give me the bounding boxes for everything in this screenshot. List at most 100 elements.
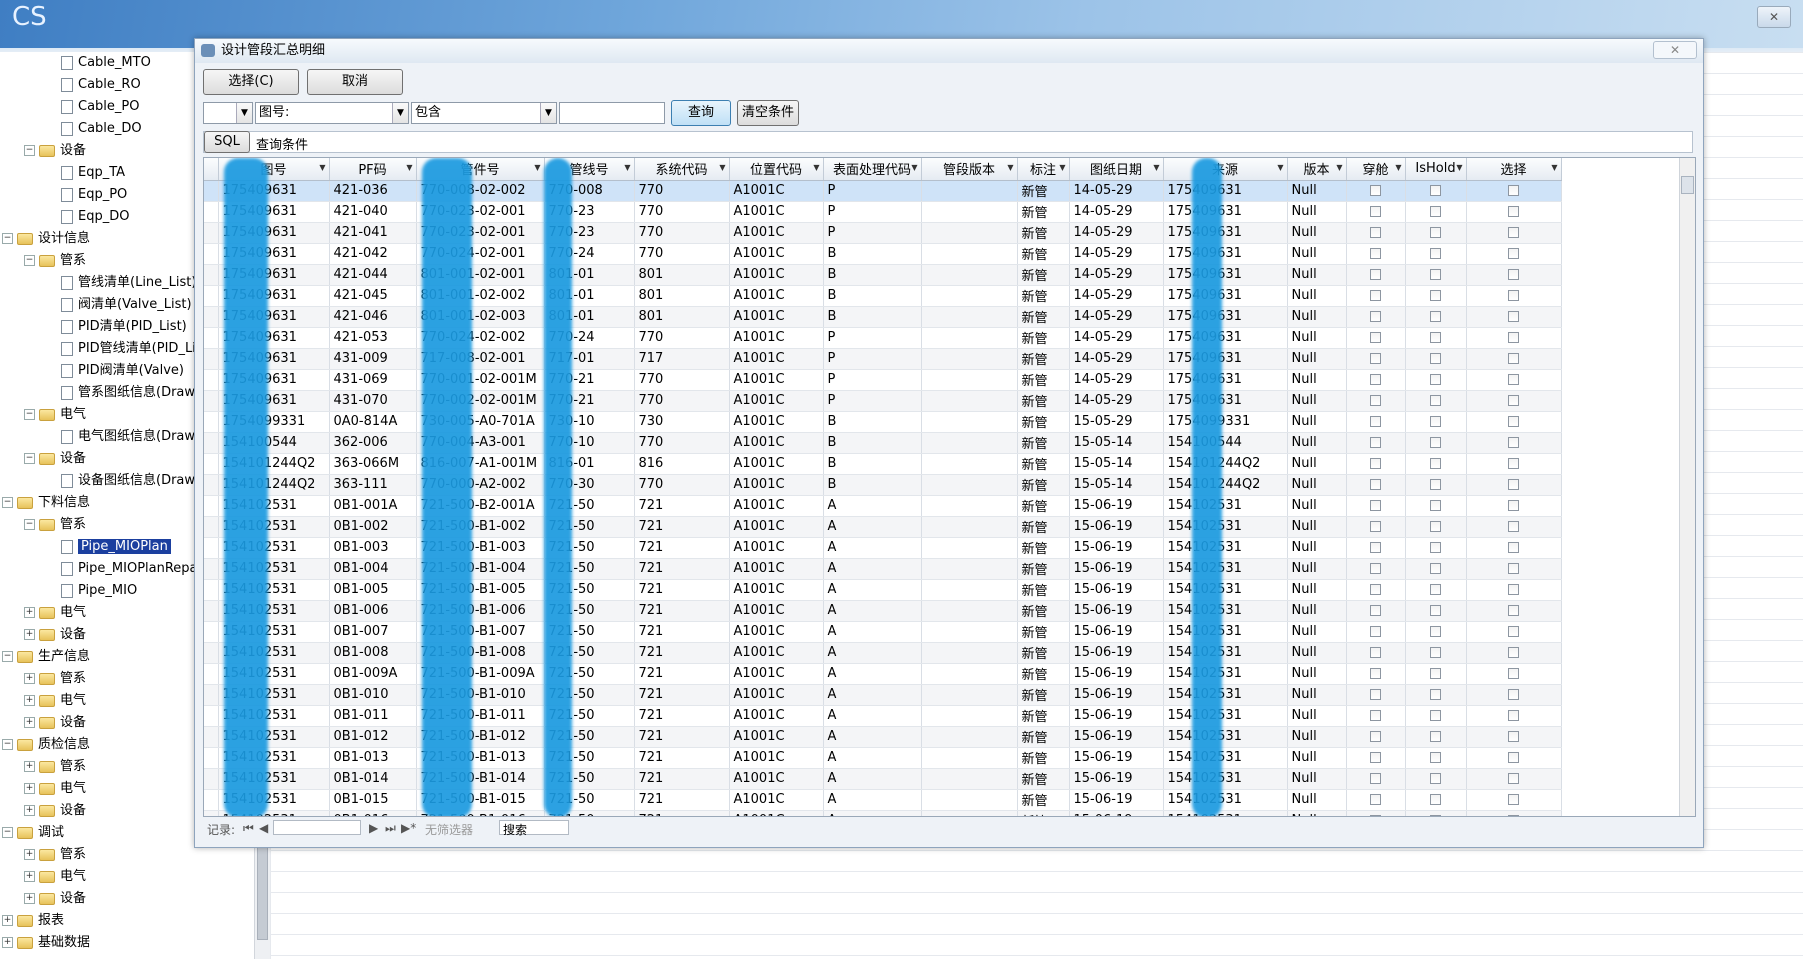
- grid-checkbox[interactable]: [1346, 789, 1406, 811]
- grid-checkbox[interactable]: [1466, 495, 1562, 517]
- table-row[interactable]: 1541025310B1-012721-500-B1-012721-50721A…: [204, 726, 1566, 748]
- grid-cell[interactable]: 新管: [1017, 243, 1070, 265]
- next-record-icon[interactable]: ▶: [369, 821, 378, 835]
- grid-cell[interactable]: 新管: [1017, 768, 1070, 790]
- grid-cell[interactable]: [921, 348, 1018, 370]
- grid-cell[interactable]: 770: [634, 390, 730, 412]
- grid-vertical-scrollbar[interactable]: [1679, 158, 1695, 816]
- row-selector[interactable]: [204, 201, 219, 223]
- grid-cell[interactable]: [921, 453, 1018, 475]
- grid-checkbox[interactable]: [1405, 474, 1467, 496]
- grid-cell[interactable]: A1001C: [729, 432, 824, 454]
- grid-checkbox[interactable]: [1346, 306, 1406, 328]
- table-row[interactable]: 1541025310B1-004721-500-B1-004721-50721A…: [204, 558, 1566, 580]
- grid-cell[interactable]: 0B1-005: [329, 579, 417, 601]
- grid-checkbox[interactable]: [1346, 684, 1406, 706]
- grid-cell[interactable]: 新管: [1017, 516, 1070, 538]
- grid-cell[interactable]: 421-046: [329, 306, 417, 328]
- row-selector-header[interactable]: [204, 158, 219, 181]
- column-header[interactable]: 选择 ▼: [1466, 158, 1562, 181]
- grid-cell[interactable]: 14-05-29: [1069, 285, 1164, 307]
- grid-checkbox[interactable]: [1346, 432, 1406, 454]
- expand-toggle-icon[interactable]: +: [24, 761, 35, 772]
- grid-checkbox[interactable]: [1405, 432, 1467, 454]
- grid-checkbox[interactable]: [1405, 705, 1467, 727]
- grid-cell[interactable]: A: [823, 684, 922, 706]
- search-box[interactable]: 搜索: [499, 820, 569, 837]
- grid-cell[interactable]: 15-06-19: [1069, 726, 1164, 748]
- grid-cell[interactable]: A1001C: [729, 390, 824, 412]
- grid-cell[interactable]: [921, 369, 1018, 391]
- grid-cell[interactable]: 362-006: [329, 432, 417, 454]
- tree-item[interactable]: + 设备: [24, 624, 86, 646]
- grid-cell[interactable]: 154102531: [1163, 768, 1288, 790]
- grid-checkbox[interactable]: [1405, 327, 1467, 349]
- grid-cell[interactable]: 0B1-001A: [329, 495, 417, 517]
- tree-item[interactable]: + 设备: [24, 800, 86, 822]
- grid-cell[interactable]: Null: [1287, 747, 1347, 769]
- grid-cell[interactable]: 0B1-008: [329, 642, 417, 664]
- grid-cell[interactable]: 421-053: [329, 327, 417, 349]
- grid-cell[interactable]: 721: [634, 789, 730, 811]
- operator-combo[interactable]: 包含 ▼: [411, 102, 557, 124]
- chevron-down-icon[interactable]: ▼: [1336, 163, 1342, 172]
- tree-item[interactable]: + 电气: [24, 602, 86, 624]
- grid-cell[interactable]: 721: [634, 705, 730, 727]
- grid-cell[interactable]: A: [823, 516, 922, 538]
- tree-item[interactable]: + 电气: [24, 690, 86, 712]
- row-selector[interactable]: [204, 621, 219, 643]
- grid-cell[interactable]: A1001C: [729, 348, 824, 370]
- grid-checkbox[interactable]: [1346, 369, 1406, 391]
- filter-indicator[interactable]: 无筛选器: [425, 821, 473, 838]
- grid-checkbox[interactable]: [1466, 348, 1562, 370]
- tree-item[interactable]: Cable_DO: [46, 118, 142, 140]
- grid-cell[interactable]: 15-06-19: [1069, 789, 1164, 811]
- table-row[interactable]: 154101244Q2363-111770-000-A2-002770-3077…: [204, 474, 1566, 496]
- field-combo[interactable]: 图号: ▼: [255, 102, 409, 124]
- grid-cell[interactable]: A1001C: [729, 789, 824, 811]
- grid-checkbox[interactable]: [1466, 222, 1562, 244]
- grid-cell[interactable]: 新管: [1017, 474, 1070, 496]
- table-row[interactable]: 1541025310B1-005721-500-B1-005721-50721A…: [204, 579, 1566, 601]
- grid-cell[interactable]: 新管: [1017, 537, 1070, 559]
- chevron-down-icon[interactable]: ▼: [319, 163, 325, 172]
- expand-toggle-icon[interactable]: +: [24, 849, 35, 860]
- table-row[interactable]: 175409631421-036770-008-02-002770-008770…: [204, 180, 1566, 202]
- grid-cell[interactable]: A1001C: [729, 684, 824, 706]
- grid-checkbox[interactable]: [1405, 201, 1467, 223]
- grid-checkbox[interactable]: [1405, 243, 1467, 265]
- grid-cell[interactable]: Null: [1287, 600, 1347, 622]
- row-selector[interactable]: [204, 474, 219, 496]
- grid-cell[interactable]: 770: [634, 327, 730, 349]
- grid-cell[interactable]: 721: [634, 684, 730, 706]
- grid-cell[interactable]: 0B1-002: [329, 516, 417, 538]
- grid-scrollbar-thumb[interactable]: [1681, 176, 1694, 194]
- grid-cell[interactable]: A1001C: [729, 516, 824, 538]
- grid-cell[interactable]: 15-05-29: [1069, 411, 1164, 433]
- tree-item[interactable]: − 设计信息: [2, 228, 90, 250]
- grid-checkbox[interactable]: [1466, 306, 1562, 328]
- grid-checkbox[interactable]: [1346, 621, 1406, 643]
- grid-cell[interactable]: 新管: [1017, 222, 1070, 244]
- grid-checkbox[interactable]: [1346, 474, 1406, 496]
- grid-checkbox[interactable]: [1466, 600, 1562, 622]
- grid-cell[interactable]: 15-06-19: [1069, 663, 1164, 685]
- grid-cell[interactable]: [921, 642, 1018, 664]
- grid-cell[interactable]: 新管: [1017, 726, 1070, 748]
- grid-cell[interactable]: A: [823, 726, 922, 748]
- grid-cell[interactable]: A1001C: [729, 327, 824, 349]
- grid-cell[interactable]: 14-05-29: [1069, 243, 1164, 265]
- grid-checkbox[interactable]: [1346, 411, 1406, 433]
- grid-cell[interactable]: 新管: [1017, 663, 1070, 685]
- grid-cell[interactable]: 770: [634, 432, 730, 454]
- grid-checkbox[interactable]: [1466, 537, 1562, 559]
- grid-cell[interactable]: 14-05-29: [1069, 348, 1164, 370]
- table-row[interactable]: 175409631421-040770-023-02-001770-23770A…: [204, 201, 1566, 223]
- grid-cell[interactable]: Null: [1287, 411, 1347, 433]
- row-selector[interactable]: [204, 810, 219, 816]
- column-header[interactable]: 来源 ▼: [1163, 158, 1288, 181]
- tree-item[interactable]: Eqp_DO: [46, 206, 129, 228]
- grid-cell[interactable]: 新管: [1017, 285, 1070, 307]
- grid-checkbox[interactable]: [1466, 411, 1562, 433]
- grid-cell[interactable]: Null: [1287, 390, 1347, 412]
